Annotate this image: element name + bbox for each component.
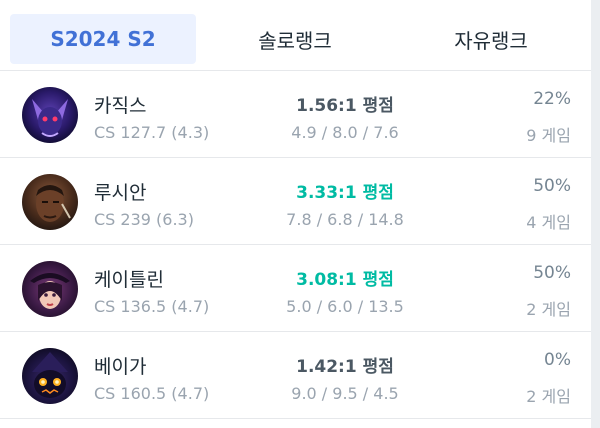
kda-detail: 5.0 / 6.0 / 13.5 (286, 297, 404, 316)
champion-avatar[interactable] (22, 87, 78, 143)
games-played: 9 게임 (526, 126, 571, 145)
cs-stat: CS 160.5 (4.7) (94, 384, 210, 403)
tab-flex-rank[interactable]: 자유랭크 (396, 14, 586, 64)
champion-name[interactable]: 베이가 (94, 352, 146, 379)
win-rate: 22% (533, 89, 571, 109)
champion-row-lucian[interactable]: 루시안 CS 239 (6.3) 3.33:1 평점 7.8 / 6.8 / 1… (0, 158, 591, 245)
cs-stat: CS 239 (6.3) (94, 210, 194, 229)
win-rate: 50% (533, 263, 571, 283)
champion-row-veigar[interactable]: 베이가 CS 160.5 (4.7) 1.42:1 평점 9.0 / 9.5 /… (0, 332, 591, 419)
tab-season[interactable]: S2024 S2 (10, 14, 196, 64)
games-played: 2 게임 (526, 387, 571, 406)
win-rate: 0% (544, 350, 571, 370)
champion-row-caitlyn[interactable]: 케이틀린 CS 136.5 (4.7) 3.08:1 평점 5.0 / 6.0 … (0, 245, 591, 332)
kda-detail: 7.8 / 6.8 / 14.8 (286, 210, 404, 229)
season-tabs: S2024 S2 솔로랭크 자유랭크 (0, 0, 591, 71)
champion-avatar[interactable] (22, 174, 78, 230)
kda-detail: 4.9 / 8.0 / 7.6 (291, 123, 399, 142)
kda-ratio: 1.56:1 평점 (296, 96, 394, 116)
champion-row-khazix[interactable]: 카직스 CS 127.7 (4.3) 1.56:1 평점 4.9 / 8.0 /… (0, 71, 591, 158)
champion-name[interactable]: 케이틀린 (94, 265, 164, 292)
champion-name[interactable]: 루시안 (94, 178, 146, 205)
cs-stat: CS 127.7 (4.3) (94, 123, 210, 142)
kda-ratio: 3.33:1 평점 (296, 183, 394, 203)
games-played: 2 게임 (526, 300, 571, 319)
champion-name[interactable]: 카직스 (94, 91, 146, 118)
tab-solo-rank[interactable]: 솔로랭크 (200, 14, 390, 64)
win-rate: 50% (533, 176, 571, 196)
champion-stats-panel: S2024 S2 솔로랭크 자유랭크 카직스 CS 127.7 (4.3) 1.… (0, 0, 591, 428)
cs-stat: CS 136.5 (4.7) (94, 297, 210, 316)
kda-ratio: 3.08:1 평점 (296, 270, 394, 290)
champion-avatar[interactable] (22, 348, 78, 404)
champion-avatar[interactable] (22, 261, 78, 317)
kda-ratio: 1.42:1 평점 (296, 357, 394, 377)
scrollbar-track[interactable] (591, 0, 600, 428)
games-played: 4 게임 (526, 213, 571, 232)
kda-detail: 9.0 / 9.5 / 4.5 (291, 384, 399, 403)
